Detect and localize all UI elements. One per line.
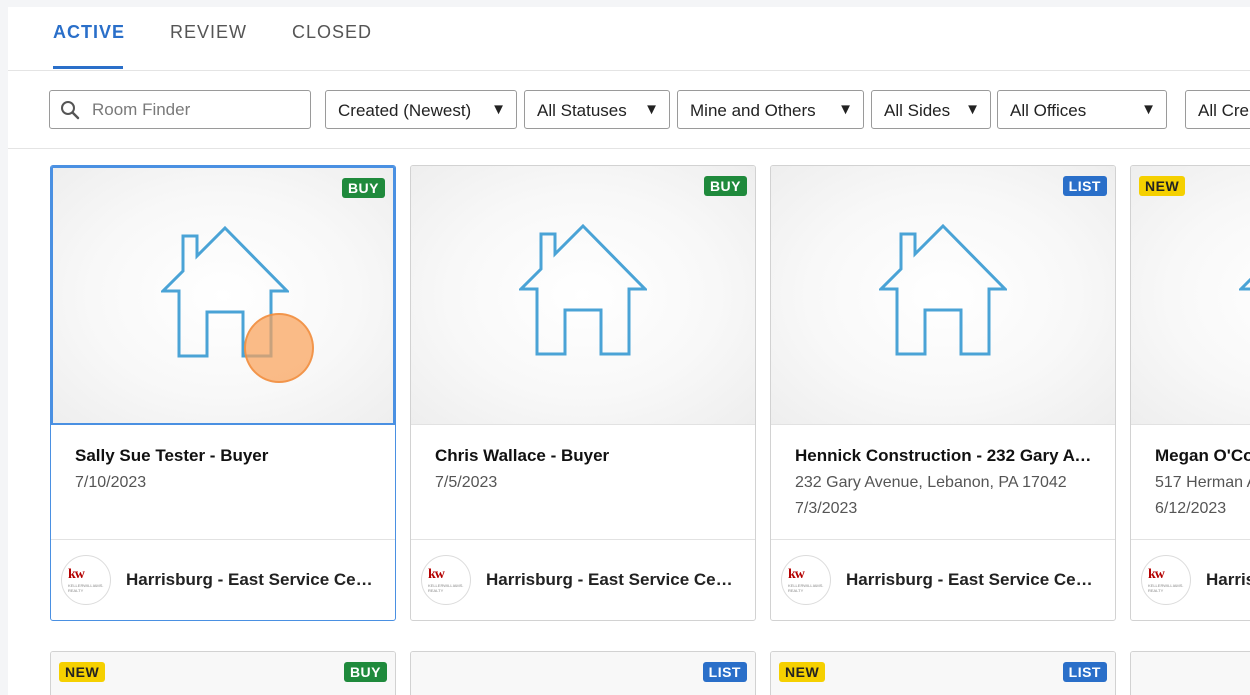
room-image: LIST <box>771 166 1115 425</box>
chevron-down-icon: ▼ <box>491 101 506 118</box>
offices-dropdown-value: All Offices <box>1010 101 1087 120</box>
chevron-down-icon: ▼ <box>644 101 659 118</box>
room-card[interactable]: BUY Sally Sue Tester - Buyer 7/10/2023 k… <box>50 165 396 621</box>
room-info: Sally Sue Tester - Buyer 7/10/2023 <box>75 446 375 492</box>
active-tab-indicator <box>53 66 123 69</box>
kw-logo: kw KELLERWILLIAMS. REALTY <box>781 555 831 605</box>
room-image: BUY <box>411 166 755 425</box>
sort-dropdown-value: Created (Newest) <box>338 101 472 120</box>
tab-closed[interactable]: CLOSED <box>292 22 372 43</box>
office-name: Harrisburg - East Service Center <box>846 570 1101 589</box>
room-date: 7/3/2023 <box>795 500 858 517</box>
room-card[interactable]: BUY Chris Wallace - Buyer 7/5/2023 kw KE… <box>410 165 756 621</box>
room-date: 6/12/2023 <box>1155 500 1227 517</box>
badge-buy: BUY <box>343 662 387 682</box>
room-footer: kw KELLERWILLIAMS. REALTY Harrisburg - E… <box>771 539 1115 619</box>
creators-dropdown[interactable]: All Cre <box>1185 90 1250 129</box>
house-icon <box>161 226 289 358</box>
house-icon <box>879 224 1007 356</box>
tab-active[interactable]: ACTIVE <box>53 22 125 43</box>
kw-logo: kw KELLERWILLIAMS. REALTY <box>1141 555 1191 605</box>
chevron-down-icon: ▼ <box>965 101 980 118</box>
badge-list: LIST <box>1062 176 1107 196</box>
room-image: NEW <box>1131 166 1250 425</box>
creators-dropdown-value: All Cre <box>1198 101 1250 120</box>
status-dropdown-value: All Statuses <box>537 101 627 120</box>
house-icon <box>1239 277 1250 291</box>
filter-bar: Created (Newest) ▼ All Statuses ▼ Mine a… <box>8 71 1250 149</box>
room-info: Chris Wallace - Buyer 7/5/2023 <box>435 446 735 492</box>
office-name: Harrisburg - East Service Center <box>486 570 741 589</box>
owner-dropdown[interactable]: Mine and Others ▼ <box>677 90 864 129</box>
room-address: 232 Gary Avenue, Lebanon, PA 17042 <box>795 474 1067 491</box>
room-name: Megan O'Connor <box>1155 446 1250 465</box>
room-name: Sally Sue Tester - Buyer <box>75 446 269 465</box>
office-name: Harrisburg - East Service Center <box>1206 570 1250 589</box>
search-input[interactable] <box>92 91 302 128</box>
room-info: Hennick Construction - 232 Gary Avenue 2… <box>795 446 1095 518</box>
search-icon <box>61 101 80 120</box>
room-name: Chris Wallace - Buyer <box>435 446 610 465</box>
room-date: 7/10/2023 <box>75 474 147 491</box>
badge-new: NEW <box>779 662 826 682</box>
owner-dropdown-value: Mine and Others <box>690 101 816 120</box>
room-card[interactable]: LIST Hennick Construction - 232 Gary Ave… <box>770 165 1116 621</box>
badge-buy: BUY <box>703 176 747 196</box>
room-card[interactable]: NEW Megan O'Connor 517 Herman Avenue 6/1… <box>1130 165 1250 621</box>
room-info: Megan O'Connor 517 Herman Avenue 6/12/20… <box>1155 446 1250 518</box>
sort-dropdown[interactable]: Created (Newest) ▼ <box>325 90 517 129</box>
room-footer: kw KELLERWILLIAMS. REALTY Harrisburg - E… <box>1131 539 1250 619</box>
tab-review[interactable]: REVIEW <box>170 22 247 43</box>
room-name: Hennick Construction - 232 Gary Avenue <box>795 446 1095 465</box>
search-box[interactable] <box>49 90 311 129</box>
room-image: BUY <box>51 166 395 425</box>
sides-dropdown-value: All Sides <box>884 101 951 120</box>
room-card[interactable]: LIST <box>410 651 756 695</box>
room-date: 7/5/2023 <box>435 474 498 491</box>
badge-list: LIST <box>702 662 747 682</box>
badge-list: LIST <box>1062 662 1107 682</box>
offices-dropdown[interactable]: All Offices ▼ <box>997 90 1167 129</box>
room-footer: kw KELLERWILLIAMS. REALTY Harrisburg - E… <box>51 539 395 619</box>
kw-logo: kw KELLERWILLIAMS. REALTY <box>421 555 471 605</box>
sides-dropdown[interactable]: All Sides ▼ <box>871 90 991 129</box>
room-card[interactable]: NEW LIST <box>770 651 1116 695</box>
house-icon <box>519 224 647 356</box>
room-footer: kw KELLERWILLIAMS. REALTY Harrisburg - E… <box>411 539 755 619</box>
tab-bar: ACTIVE REVIEW CLOSED <box>8 7 1250 71</box>
room-card[interactable]: NEW BUY <box>50 651 396 695</box>
badge-new: NEW <box>1139 176 1186 196</box>
chevron-down-icon: ▼ <box>1141 101 1156 118</box>
room-address: 517 Herman Avenue <box>1155 474 1250 491</box>
office-name: Harrisburg - East Service Center <box>126 570 381 589</box>
room-card[interactable] <box>1130 651 1250 695</box>
badge-buy: BUY <box>341 178 385 198</box>
rooms-panel: ACTIVE REVIEW CLOSED Created (Newest) ▼ … <box>8 7 1250 695</box>
badge-new: NEW <box>59 662 106 682</box>
kw-logo: kw KELLERWILLIAMS. REALTY <box>61 555 111 605</box>
status-dropdown[interactable]: All Statuses ▼ <box>524 90 670 129</box>
chevron-down-icon: ▼ <box>838 101 853 118</box>
